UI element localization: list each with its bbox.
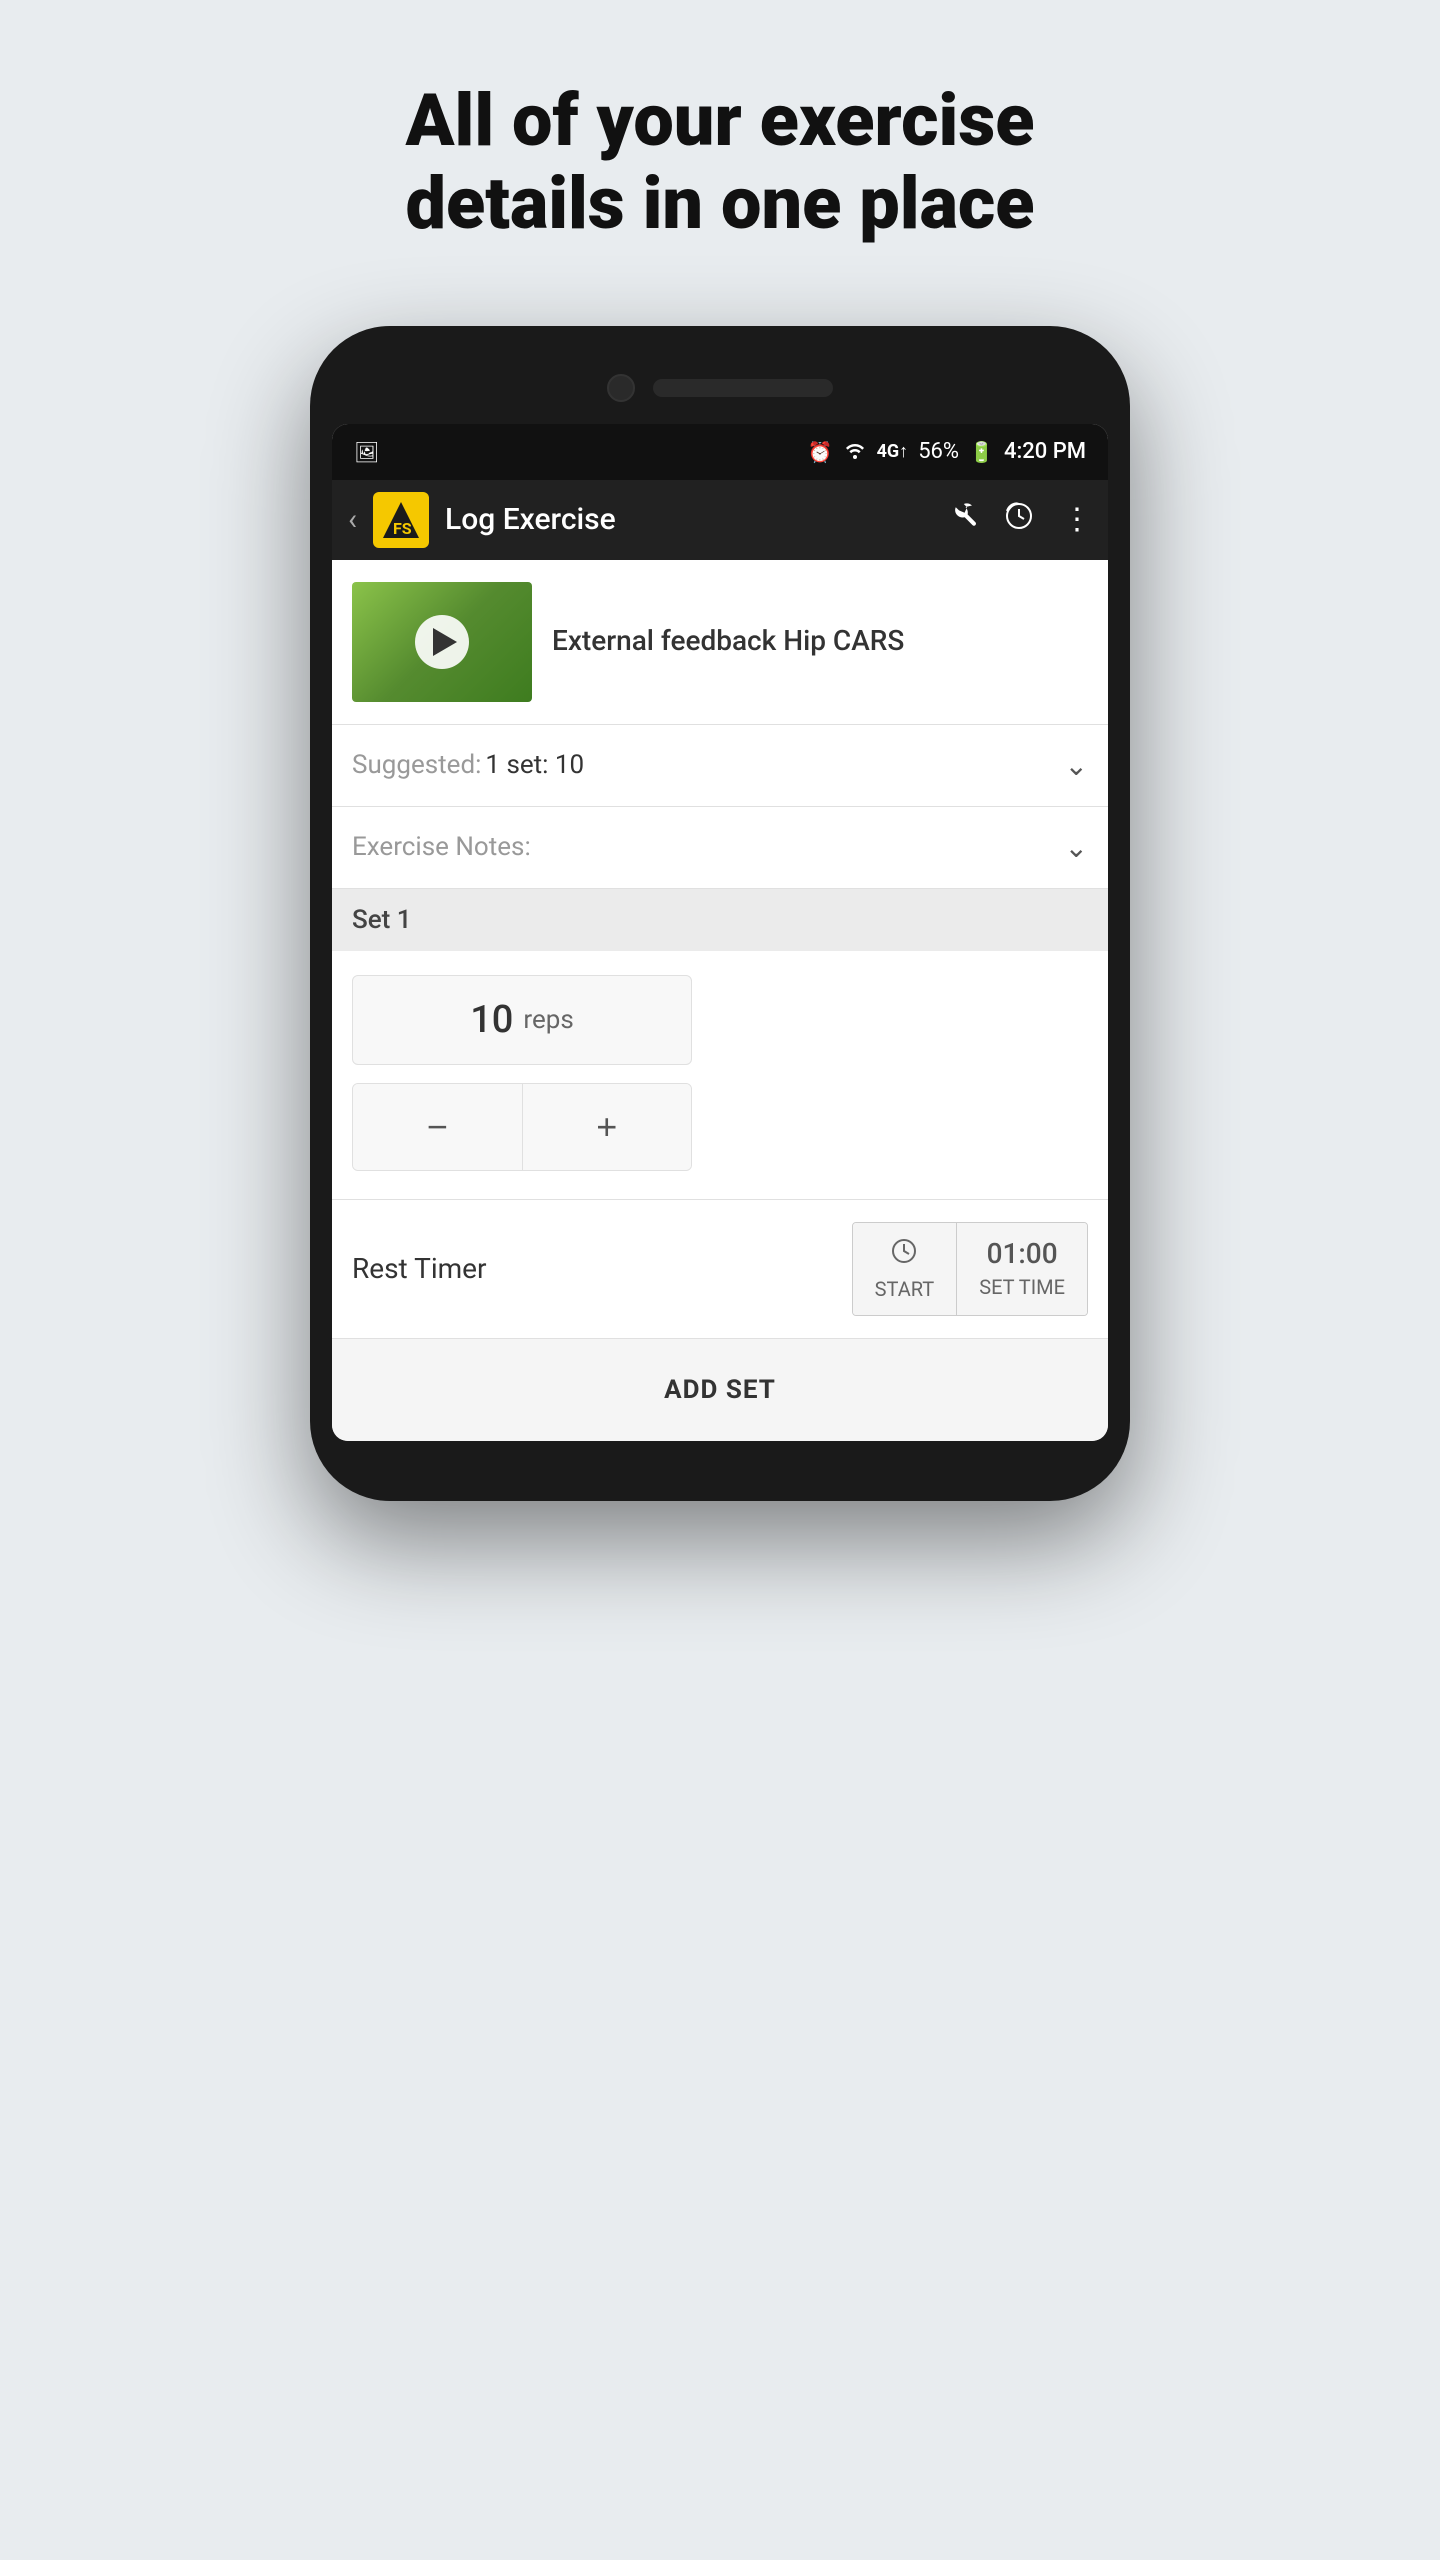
suggested-chevron-icon[interactable]: ⌄ [1065,749,1088,782]
battery-icon: 🔋 [969,440,994,464]
battery-percent: 56% [918,439,959,464]
suggested-label: Suggested: [352,750,481,780]
phone-speaker [653,379,833,397]
set-time-label: SET TIME [979,1275,1065,1299]
exercise-notes-label: Exercise Notes: [352,832,531,862]
app-bar: ‹ FS Log Exercise [332,480,1108,560]
wifi-icon [843,439,867,464]
status-bar: 🖼 ⏰ 4G↑ 56% 🔋 4:20 PM [332,424,1108,480]
status-time: 4:20 PM [1004,439,1086,464]
phone-shell: 🖼 ⏰ 4G↑ 56% 🔋 4:20 PM ‹ [310,326,1130,1501]
add-set-row[interactable]: ADD SET [332,1338,1108,1441]
notes-chevron-icon[interactable]: ⌄ [1065,831,1088,864]
increment-reps-button[interactable]: + [523,1084,692,1170]
wrench-icon[interactable] [946,501,976,539]
phone-screen: 🖼 ⏰ 4G↑ 56% 🔋 4:20 PM ‹ [332,424,1108,1441]
decrement-reps-button[interactable]: − [353,1084,522,1170]
status-left: 🖼 [354,440,379,464]
more-options-icon[interactable]: ⋮ [1062,502,1092,537]
history-icon[interactable] [1004,501,1034,539]
timer-time-value: 01:00 [987,1237,1058,1270]
phone-top-bar [332,356,1108,424]
reps-unit: reps [523,1005,573,1035]
rest-timer-label: Rest Timer [352,1252,487,1285]
suggested-row[interactable]: Suggested: 1 set: 10 ⌄ [332,725,1108,806]
rest-timer-buttons: START 01:00 SET TIME [852,1222,1088,1316]
exercise-name: External feedback Hip CARS [552,623,904,659]
app-title: Log Exercise [445,502,930,537]
status-right: ⏰ 4G↑ 56% 🔋 4:20 PM [808,439,1086,464]
phone-camera [607,374,635,402]
exercise-thumbnail[interactable] [352,582,532,702]
image-notification-icon: 🖼 [354,440,379,464]
set-title: Set 1 [352,905,412,935]
set-card: 10 reps − + [332,951,1108,1199]
app-logo: FS [373,492,429,548]
rest-timer-row: Rest Timer START 01:00 SET TIME [332,1199,1108,1338]
play-button[interactable] [415,615,469,669]
svg-text:FS: FS [393,519,412,538]
back-button[interactable]: ‹ [348,502,357,537]
start-timer-button[interactable]: START [853,1223,957,1315]
reps-value: 10 [470,998,513,1042]
add-set-label: ADD SET [664,1375,776,1405]
alarm-icon: ⏰ [808,440,833,464]
suggested-value: 1 set: 10 [485,750,584,780]
page-heading: All of your exercise details in one plac… [310,80,1130,246]
timer-clock-icon [890,1237,918,1272]
reps-display: 10 reps [352,975,692,1065]
set-section-header: Set 1 [332,889,1108,951]
exercise-notes-row[interactable]: Exercise Notes: ⌄ [332,807,1108,888]
exercise-header: External feedback Hip CARS [332,560,1108,724]
app-bar-actions: ⋮ [946,501,1092,539]
signal-icon: 4G↑ [877,441,909,462]
set-time-button[interactable]: 01:00 SET TIME [957,1223,1087,1315]
play-triangle-icon [433,628,457,656]
reps-controls: − + [352,1083,692,1171]
start-label: START [875,1277,935,1301]
